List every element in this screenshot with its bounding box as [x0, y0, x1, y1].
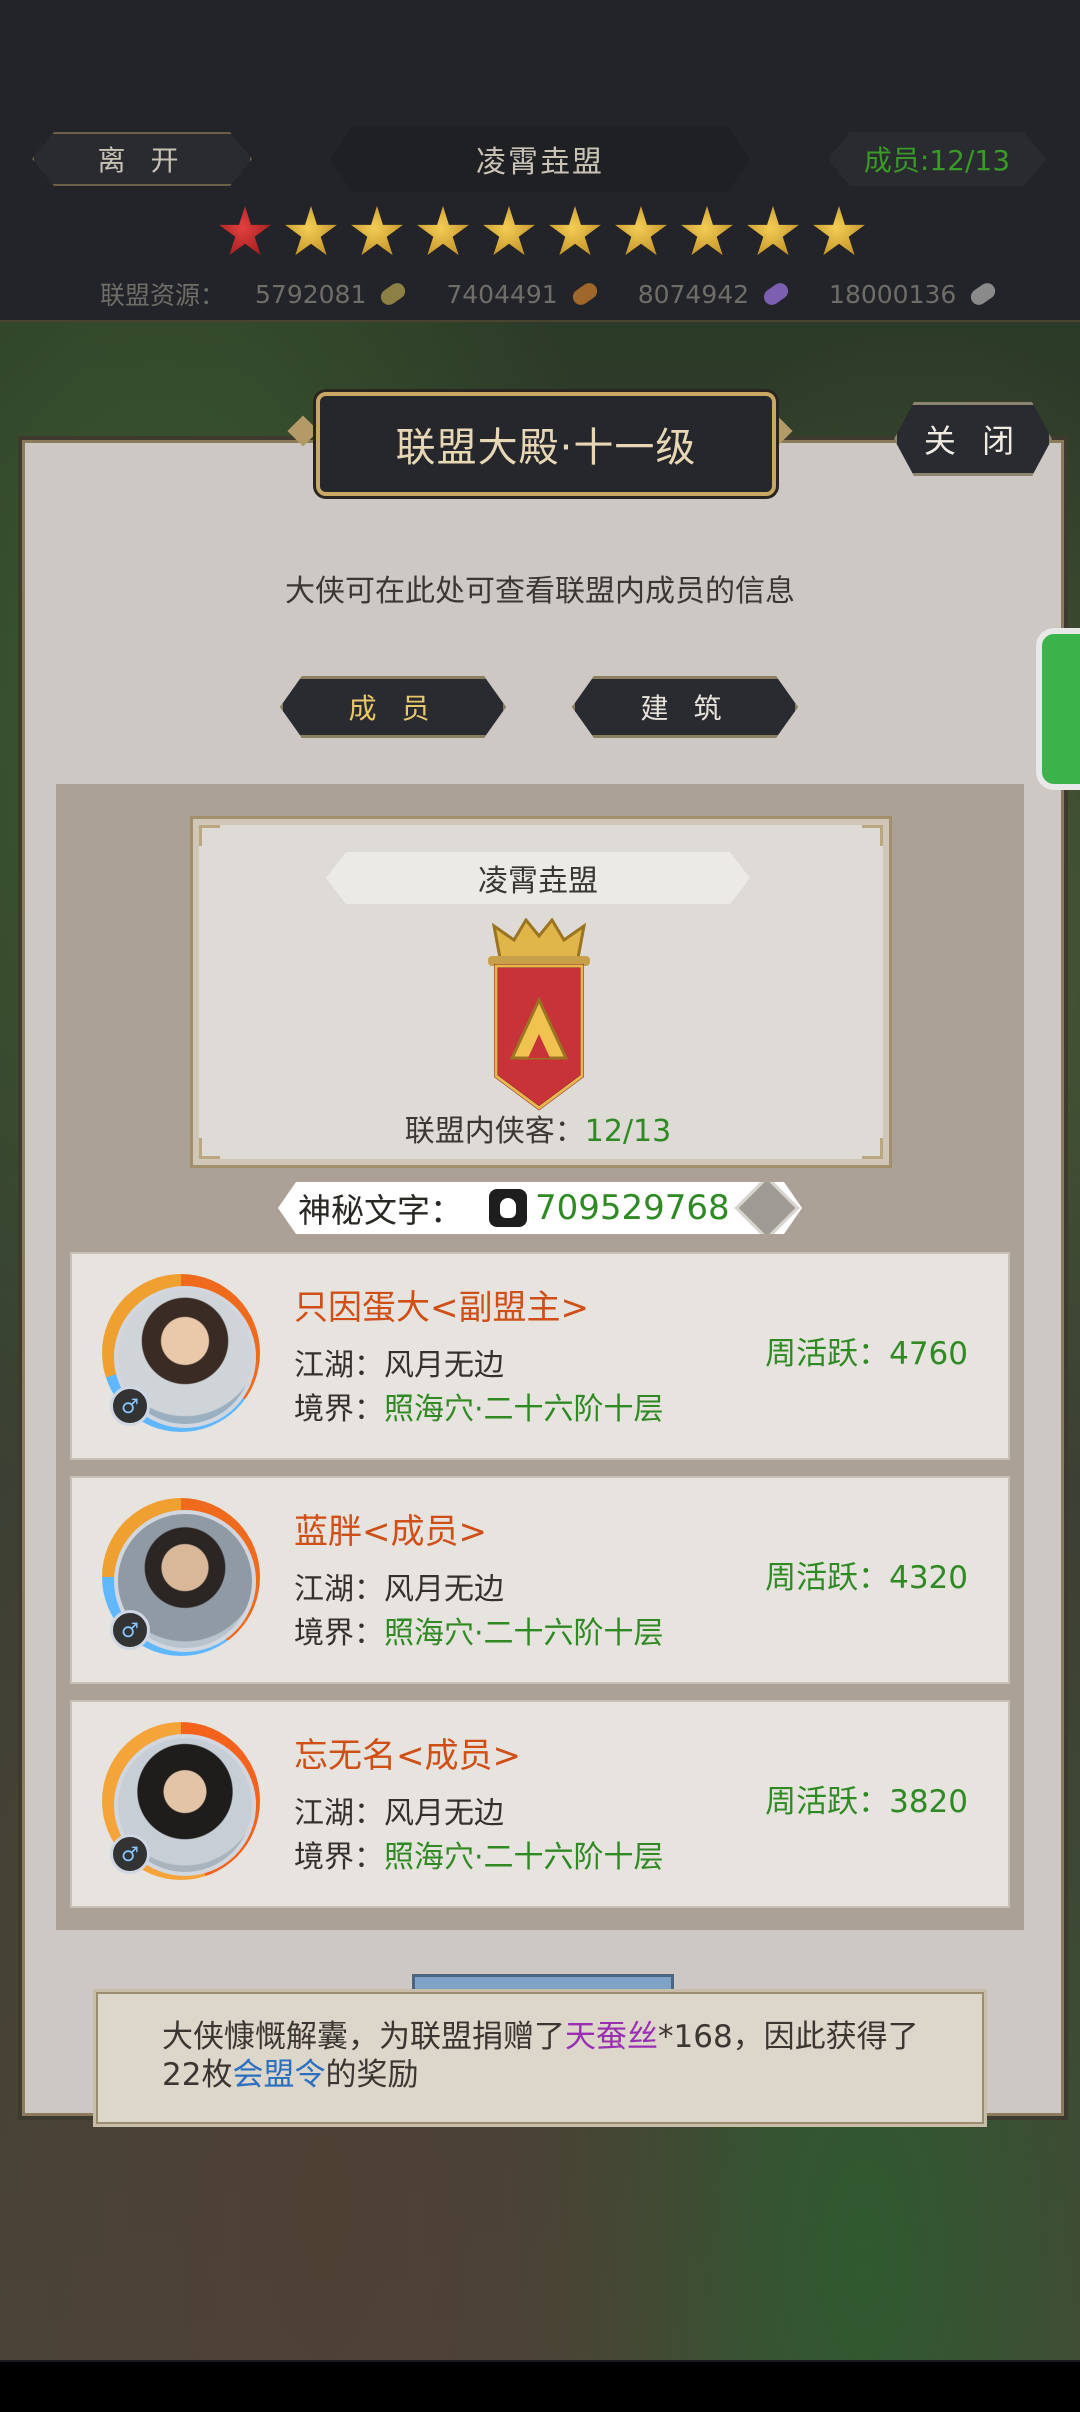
realm-value: 照海穴·二十六阶十层: [384, 1840, 664, 1875]
male-icon: ♂: [110, 1610, 150, 1650]
avatar: ♂: [102, 1498, 260, 1656]
member-jianghu: 江湖：风月无边: [294, 1340, 504, 1384]
resource-item: 5792081: [255, 279, 409, 309]
male-icon: ♂: [110, 1834, 150, 1874]
resource-item: 18000136: [829, 279, 999, 309]
qq-penguin-icon: [489, 1189, 527, 1227]
star-icon: [483, 206, 535, 256]
avatar: ♂: [102, 1722, 260, 1880]
panel-title: 联盟大殿·十一级: [316, 392, 776, 496]
system-nav-bar: [0, 2362, 1080, 2412]
star-icon: [813, 206, 865, 256]
member-name: 蓝胖<成员>: [294, 1512, 487, 1552]
donation-toast: 大侠慷慨解囊，为联盟捐赠了天蚕丝*168，因此获得了22枚会盟令的奖励: [96, 1992, 984, 2124]
jianghu-label: 江湖：: [294, 1348, 384, 1383]
member-realm: 境界：照海穴·二十六阶十层: [294, 1832, 664, 1876]
member-realm: 境界：照海穴·二十六阶十层: [294, 1608, 664, 1652]
jianghu-value: 风月无边: [384, 1572, 504, 1607]
member-activity: 周活跃：4320: [765, 1560, 968, 1596]
member-activity: 周活跃：3820: [765, 1784, 968, 1820]
secret-value: 709529768: [535, 1188, 730, 1228]
member-card[interactable]: ♂ 只因蛋大<副盟主> 江湖：风月无边 境界：照海穴·二十六阶十层 周活跃：47…: [70, 1252, 1010, 1460]
corner-ornament: [199, 825, 220, 846]
resources-label: 联盟资源：: [100, 281, 226, 310]
toast-text-part: 大侠慷慨解囊，为联盟捐赠了: [162, 2019, 565, 2055]
member-name: 只因蛋大<副盟主>: [294, 1288, 589, 1328]
member-jianghu: 江湖：风月无边: [294, 1788, 504, 1832]
secret-code-bar: 神秘文字： 709529768: [278, 1182, 802, 1234]
guild-star-rating: [218, 206, 866, 260]
crystal-resource-icon: [760, 279, 792, 309]
leave-button[interactable]: 离 开: [32, 132, 252, 186]
star-icon: [549, 206, 601, 256]
realm-value: 照海穴·二十六阶十层: [384, 1616, 664, 1651]
tab-buildings[interactable]: 建 筑: [572, 676, 798, 738]
guild-member-count: 联盟内侠客：12/13: [190, 1106, 886, 1150]
member-card[interactable]: ♂ 忘无名<成员> 江湖：风月无边 境界：照海穴·二十六阶十层 周活跃：3820: [70, 1700, 1010, 1908]
realm-label: 境界：: [294, 1840, 384, 1875]
toast-item: 天蚕丝: [565, 2019, 658, 2055]
jianghu-value: 风月无边: [384, 1348, 504, 1383]
guild-name: 凌霄垚盟: [326, 852, 750, 904]
resource-item: 7404491: [446, 279, 600, 309]
toast-reward: 会盟令: [232, 2057, 326, 2093]
iron-resource-icon: [968, 279, 999, 309]
close-button[interactable]: 关 闭: [894, 402, 1052, 476]
jianghu-label: 江湖：: [294, 1796, 384, 1831]
guild-banner-icon: [488, 918, 590, 1111]
member-realm: 境界：照海穴·二十六阶十层: [294, 1384, 664, 1428]
member-activity: 周活跃：4760: [765, 1336, 968, 1372]
guild-resources: 联盟资源： 5792081 7404491 8074942 18000136: [100, 276, 1036, 312]
avatar: ♂: [102, 1274, 260, 1432]
members-count-badge: 成员:12/13: [828, 132, 1046, 186]
secret-label: 神秘文字：: [298, 1191, 463, 1230]
star-icon: [681, 206, 733, 256]
count-label: 联盟内侠客：: [404, 1114, 585, 1149]
chat-side-button[interactable]: [1036, 628, 1080, 790]
member-name: 忘无名<成员>: [294, 1736, 521, 1776]
resource-value: 7404491: [446, 279, 558, 309]
jianghu-label: 江湖：: [294, 1572, 384, 1607]
realm-label: 境界：: [294, 1392, 384, 1427]
panel-description: 大侠可在此处可查看联盟内成员的信息: [285, 574, 795, 609]
resource-value: 18000136: [829, 279, 957, 309]
corner-ornament: [862, 825, 883, 846]
star-icon: [615, 206, 667, 256]
realm-value: 照海穴·二十六阶十层: [384, 1392, 664, 1427]
resource-item: 8074942: [637, 279, 792, 309]
star-icon: [285, 206, 337, 256]
male-icon: ♂: [110, 1386, 150, 1426]
toast-message: 大侠慷慨解囊，为联盟捐赠了天蚕丝*168，因此获得了22枚会盟令的奖励: [162, 2018, 952, 2094]
star-icon: [417, 206, 469, 256]
member-card[interactable]: ♂ 蓝胖<成员> 江湖：风月无边 境界：照海穴·二十六阶十层 周活跃：4320: [70, 1476, 1010, 1684]
realm-label: 境界：: [294, 1616, 384, 1651]
member-jianghu: 江湖：风月无边: [294, 1564, 504, 1608]
star-icon: [747, 206, 799, 256]
guild-title: 凌霄垚盟: [330, 126, 750, 192]
leather-resource-icon: [569, 279, 600, 309]
star-icon: [351, 206, 403, 256]
count-value: 12/13: [584, 1114, 672, 1149]
resource-value: 5792081: [255, 279, 367, 309]
resource-value: 8074942: [637, 279, 750, 309]
star-icon: [219, 206, 271, 256]
tab-members[interactable]: 成 员: [280, 676, 506, 738]
toast-text-part: 的奖励: [325, 2057, 419, 2093]
wood-resource-icon: [378, 279, 409, 309]
jianghu-value: 风月无边: [384, 1796, 504, 1831]
